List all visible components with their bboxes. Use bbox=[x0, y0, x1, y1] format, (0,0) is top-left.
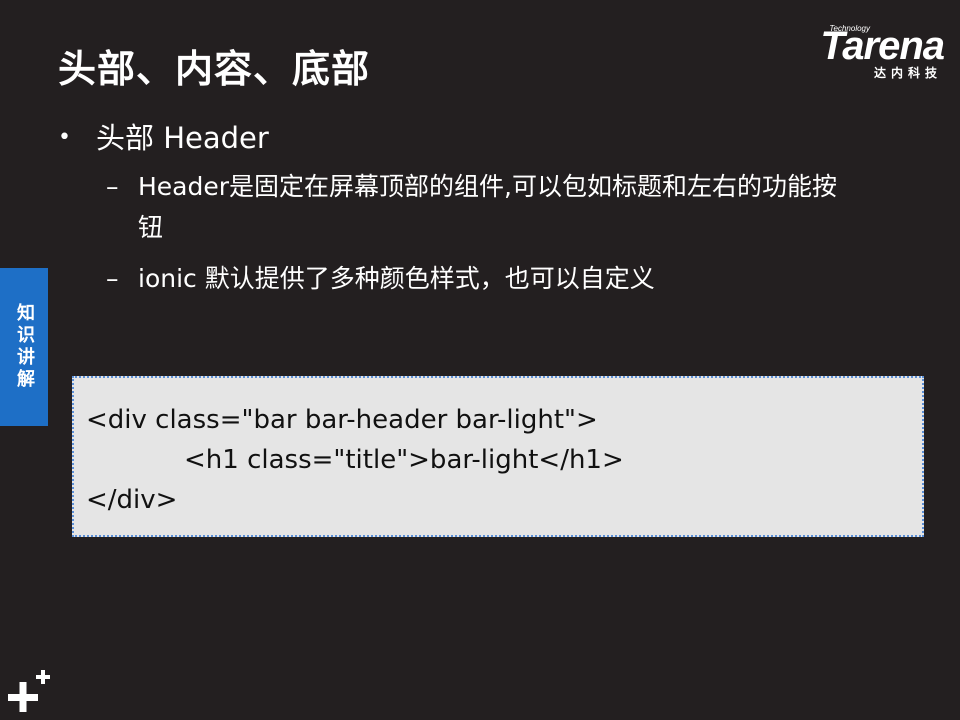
logo-wordmark: Tarena bbox=[820, 24, 945, 68]
bullet-list: • 头部 Header – Header是固定在屏幕顶部的组件,可以包如标题和左… bbox=[58, 120, 878, 299]
sub-bullet-text: ionic 默认提供了多种颜色样式，也可以自定义 bbox=[138, 264, 655, 293]
bullet-main-item: • 头部 Header bbox=[58, 120, 878, 156]
code-line: <div class="bar bar-header bar-light"> bbox=[86, 405, 598, 435]
sub-bullet-item: – Header是固定在屏幕顶部的组件,可以包如标题和左右的功能按钮 bbox=[58, 166, 838, 248]
slide-title: 头部、内容、底部 bbox=[58, 47, 371, 91]
code-line: </div> bbox=[86, 485, 178, 515]
dash-icon: – bbox=[106, 172, 119, 201]
plus-icon bbox=[8, 670, 50, 712]
side-tab: 知识讲解 bbox=[0, 268, 48, 426]
bullet-main-text: 头部 Header bbox=[96, 121, 269, 155]
dash-icon: – bbox=[106, 264, 119, 293]
bullet-dot-icon: • bbox=[58, 125, 71, 150]
tarena-logo: Technology Tarena 达内科技 bbox=[780, 24, 945, 84]
side-tab-label: 知识讲解 bbox=[14, 303, 35, 391]
code-block: <div class="bar bar-header bar-light"> <… bbox=[72, 376, 924, 537]
code-line: <h1 class="title">bar-light</h1> bbox=[184, 445, 624, 475]
sub-bullet-text: Header是固定在屏幕顶部的组件,可以包如标题和左右的功能按钮 bbox=[138, 172, 837, 242]
sub-bullet-item: – ionic 默认提供了多种颜色样式，也可以自定义 bbox=[58, 258, 838, 299]
logo-chinese-text: 达内科技 bbox=[873, 66, 942, 80]
